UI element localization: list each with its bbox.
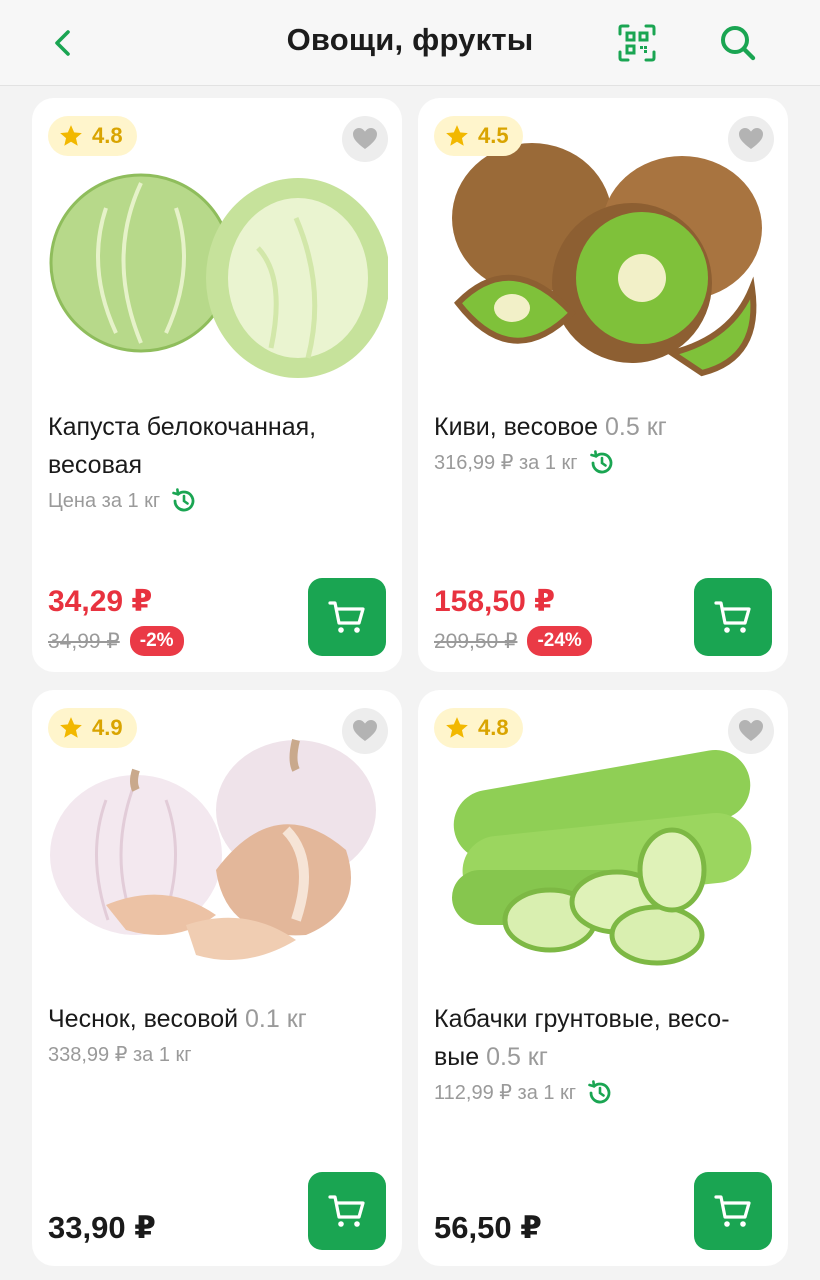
add-to-cart-button[interactable] [308, 1172, 386, 1250]
unit-price: Цена за 1 кг [48, 490, 161, 512]
unit-price-row: 112,99 ₽ за 1 кг [434, 1076, 774, 1110]
rating-badge: 4.8 [48, 116, 137, 156]
star-icon [60, 125, 82, 146]
star-icon [60, 717, 82, 738]
product-info: Капуста белокочанная, весовая Цена за 1 … [48, 408, 388, 518]
product-info: Кабачки грунтовые, весо-вые 0.5 кг 112,9… [434, 1000, 774, 1110]
unit-price: 338,99 ₽ за 1 кг [48, 1044, 192, 1066]
discount-badge: -24% [527, 626, 592, 656]
product-name: Кабачки грунтовые, весо-вые [434, 1005, 730, 1071]
favorite-button[interactable] [342, 708, 388, 754]
rating-value: 4.8 [478, 715, 509, 740]
product-weight: 0.5 кг [486, 1043, 548, 1071]
product-name: Киви, весовое [434, 413, 599, 441]
add-to-cart-button[interactable] [694, 1172, 772, 1250]
app-header: Овощи, фрукты [0, 0, 820, 86]
product-name: Капуста белокочанная, весовая [48, 413, 317, 479]
product-image-zucchini [452, 750, 752, 966]
qr-scan-icon [618, 24, 656, 62]
old-price: 34,99 ₽ [48, 629, 120, 653]
add-to-cart-button[interactable] [694, 578, 772, 656]
price: 34,29 ₽ [48, 585, 153, 618]
product-info: Киви, весовое 0.5 кг 316,99 ₽ за 1 кг [434, 408, 774, 480]
favorite-button[interactable] [728, 708, 774, 754]
add-to-cart-button[interactable] [308, 578, 386, 656]
product-image-garlic [50, 739, 376, 960]
unit-price-row: Цена за 1 кг [48, 484, 388, 518]
product-info: Чеснок, весовой 0.1 кг 338,99 ₽ за 1 кг [48, 1000, 388, 1072]
unit-price: 316,99 ₽ за 1 кг [434, 452, 578, 474]
heart-icon [353, 128, 377, 149]
clock-history-icon [589, 450, 612, 474]
product-card[interactable]: 4.9 Чеснок, весовой 0.1 кг 338,99 ₽ за 1… [32, 690, 402, 1266]
heart-icon [739, 720, 763, 741]
old-price-row: 209,50 ₽ -24% [434, 626, 592, 656]
chevron-left-icon [55, 30, 70, 56]
page-title: Овощи, фрукты [286, 22, 534, 57]
unit-price-row: 316,99 ₽ за 1 кг [434, 446, 774, 480]
cart-icon [328, 601, 365, 633]
price: 33,90 ₽ [48, 1210, 156, 1245]
discount-badge: -2% [129, 626, 184, 656]
price: 56,50 ₽ [434, 1210, 542, 1245]
product-card[interactable]: 4.8 Кабачки грунтовые, весо-вые 0.5 кг 1… [418, 690, 788, 1266]
rating-value: 4.5 [478, 123, 509, 148]
favorite-button[interactable] [728, 116, 774, 162]
product-image-cabbage [49, 173, 388, 378]
search-icon [721, 26, 756, 61]
rating-badge: 4.5 [434, 116, 523, 156]
clock-history-icon [588, 1080, 611, 1104]
heart-icon [353, 720, 377, 741]
old-price-row: 34,99 ₽ -2% [48, 626, 184, 656]
rating-badge: 4.9 [48, 708, 137, 748]
rating-badge: 4.8 [434, 708, 523, 748]
favorite-button[interactable] [342, 116, 388, 162]
star-icon [446, 717, 468, 738]
old-price: 209,50 ₽ [434, 629, 518, 653]
product-image-kiwi [452, 143, 762, 377]
product-name: Чеснок, весовой [48, 1005, 239, 1033]
cart-icon [714, 601, 751, 633]
product-card[interactable]: 4.8 Капуста белокочанная, весовая Цена з… [32, 98, 402, 672]
price: 158,50 ₽ [434, 585, 555, 618]
rating-value: 4.8 [92, 123, 123, 148]
qr-scan-button[interactable] [612, 18, 662, 68]
product-weight: 0.5 кг [605, 413, 667, 441]
rating-value: 4.9 [92, 715, 123, 740]
star-icon [446, 125, 468, 146]
cart-icon [714, 1195, 751, 1227]
product-weight: 0.1 кг [245, 1005, 307, 1033]
search-button[interactable] [712, 17, 764, 69]
product-card[interactable]: 4.5 Киви, весовое 0.5 кг 316,99 ₽ за 1 к… [418, 98, 788, 672]
heart-icon [739, 128, 763, 149]
unit-price: 112,99 ₽ за 1 кг [434, 1082, 577, 1104]
unit-price-row: 338,99 ₽ за 1 кг [48, 1038, 388, 1072]
back-button[interactable] [38, 18, 88, 68]
cart-icon [328, 1195, 365, 1227]
clock-history-icon [172, 488, 195, 512]
